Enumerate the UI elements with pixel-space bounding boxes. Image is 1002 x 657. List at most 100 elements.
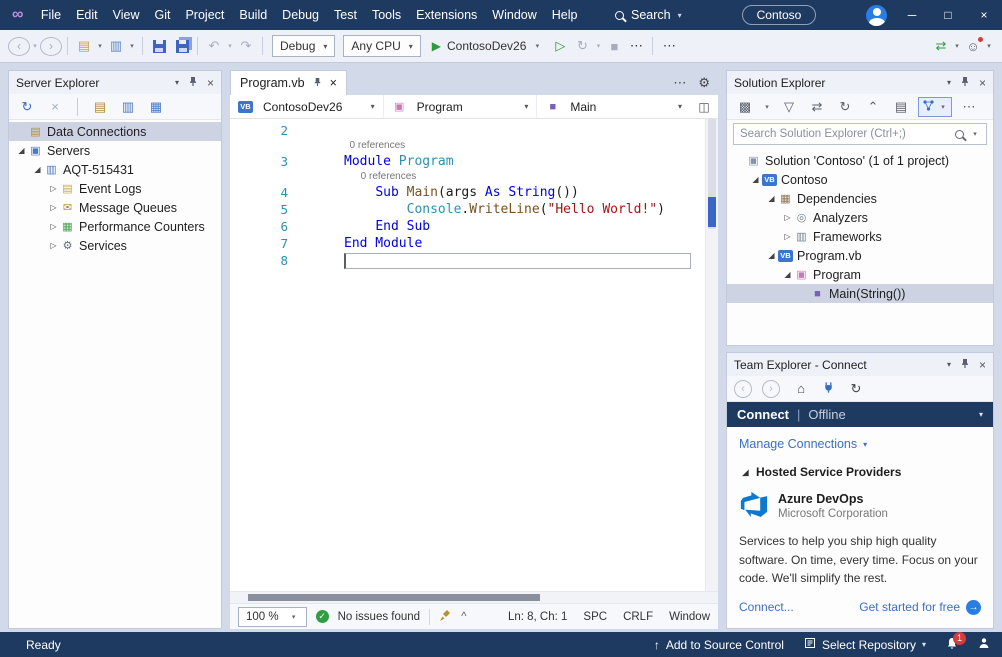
maximize-button[interactable]: □ (930, 0, 966, 30)
chevron-down-icon[interactable]: ▾ (593, 42, 603, 50)
server-explorer-item-performance-counters[interactable]: ▷▦Performance Counters (9, 217, 221, 236)
connect-to-server-icon[interactable]: ▥ (117, 95, 139, 119)
hot-reload-icon[interactable]: ↻ (571, 34, 593, 58)
menu-edit[interactable]: Edit (69, 0, 106, 30)
pin-icon[interactable] (188, 76, 198, 90)
collapse-all-icon[interactable]: ⌃ (862, 95, 884, 119)
feedback-icon[interactable]: ☺ (962, 34, 984, 58)
server-explorer-item-event-logs[interactable]: ▷▤Event Logs (9, 179, 221, 198)
refresh-icon[interactable]: ↻ (16, 95, 38, 119)
expanded-arrow-icon[interactable]: ◢ (31, 165, 44, 174)
menu-debug[interactable]: Debug (275, 0, 327, 30)
vertical-scrollbar[interactable] (705, 119, 718, 591)
select-repository-button[interactable]: Select Repository ▾ (804, 637, 926, 652)
window-position-icon[interactable]: ▾ (947, 360, 951, 369)
open-file-icon[interactable]: ▥ (105, 34, 127, 58)
window-position-icon[interactable]: ▾ (947, 78, 951, 87)
member-dropdown[interactable]: ■ Main ▾ (537, 95, 690, 118)
close-button[interactable]: × (966, 0, 1002, 30)
menu-window[interactable]: Window (485, 0, 544, 30)
notifications-button[interactable]: 1 (946, 637, 958, 653)
break-all-icon[interactable]: ■ (603, 34, 625, 58)
collapsed-arrow-icon[interactable]: ▷ (47, 241, 60, 250)
expand-chevron-icon[interactable]: ^ (461, 611, 466, 623)
more-options-icon[interactable]: ⋯ (958, 95, 980, 119)
code-area[interactable]: 2 0 references3Module Program 0 referenc… (230, 119, 705, 591)
team-explorer-page-bar[interactable]: Connect | Offline ▾ (727, 402, 993, 427)
caret-position[interactable]: Ln: 8, Ch: 1 (508, 611, 567, 623)
line-ending[interactable]: CRLF (623, 611, 653, 623)
chevron-down-icon[interactable]: ▾ (762, 103, 772, 111)
editor-options-gear-icon[interactable]: ⚙ (698, 75, 710, 91)
solution-explorer-item-frameworks[interactable]: ▷▥Frameworks (727, 227, 993, 246)
hierarchy-icon[interactable]: ▦ (145, 95, 167, 119)
horizontal-scrollbar[interactable] (230, 591, 718, 603)
collapsed-arrow-icon[interactable]: ▷ (47, 222, 60, 231)
switch-views-icon[interactable]: ▩ (734, 95, 756, 119)
code-text[interactable]: Module Program (344, 153, 454, 170)
solution-platforms-dropdown[interactable]: Any CPU ▾ (343, 35, 420, 57)
collapsed-arrow-icon[interactable]: ▷ (47, 203, 60, 212)
close-tab-icon[interactable]: × (330, 76, 337, 90)
current-line-caret-box[interactable] (344, 253, 691, 269)
start-debugging-button[interactable]: ▶ ContosoDev26 ▾ (425, 34, 550, 58)
minimize-button[interactable]: ─ (894, 0, 930, 30)
refresh-icon[interactable]: ↻ (845, 377, 867, 401)
search-box[interactable]: Search ▾ (607, 6, 690, 24)
save-all-icon[interactable] (170, 34, 192, 58)
navigate-forward-icon[interactable]: › (762, 380, 780, 398)
code-text[interactable]: End Sub (344, 218, 430, 235)
encoding-label[interactable]: Window (669, 611, 710, 623)
menu-help[interactable]: Help (544, 0, 585, 30)
codelens-text[interactable]: 0 references (344, 139, 405, 153)
show-all-files-icon[interactable]: ▤ (890, 95, 912, 119)
type-dropdown[interactable]: ▣ Program ▾ (384, 95, 538, 118)
close-panel-icon[interactable]: × (979, 76, 986, 90)
solution-explorer-item-solution-contoso-1-of-1-project[interactable]: ▣Solution 'Contoso' (1 of 1 project) (727, 151, 993, 170)
solution-explorer-item-dependencies[interactable]: ◢▦Dependencies (727, 189, 993, 208)
code-cleanup-icon[interactable] (439, 609, 452, 625)
split-window-icon[interactable]: ◫ (698, 100, 709, 114)
redo-icon[interactable]: ↷ (235, 34, 257, 58)
solution-explorer-item-program-vb[interactable]: ◢VBProgram.vb (727, 246, 993, 265)
solution-explorer-item-analyzers[interactable]: ▷◎Analyzers (727, 208, 993, 227)
user-avatar[interactable] (866, 5, 887, 26)
chevron-down-icon[interactable]: ▾ (127, 42, 137, 50)
chevron-down-icon[interactable]: ▾ (95, 42, 105, 50)
expanded-arrow-icon[interactable]: ◢ (765, 251, 778, 260)
menu-view[interactable]: View (105, 0, 147, 30)
indentation-mode[interactable]: SPC (583, 611, 607, 623)
menu-extensions[interactable]: Extensions (409, 0, 485, 30)
start-without-debugging-icon[interactable]: ▷ (549, 34, 571, 58)
menu-file[interactable]: File (33, 0, 68, 30)
expanded-arrow-icon[interactable]: ◢ (15, 146, 28, 155)
expanded-arrow-icon[interactable]: ◢ (749, 175, 762, 184)
chevron-down-icon[interactable]: ▾ (225, 42, 235, 50)
navigate-forward-icon[interactable]: › (40, 37, 62, 56)
hosted-service-providers-section[interactable]: ◢ Hosted Service Providers (739, 465, 981, 479)
sync-with-active-document-icon[interactable]: ⇄ (806, 95, 828, 119)
project-dropdown[interactable]: VB ContosoDev26 ▾ (230, 95, 384, 118)
collapsed-arrow-icon[interactable]: ▷ (47, 184, 60, 193)
collapsed-arrow-icon[interactable]: ▷ (781, 232, 794, 241)
code-text[interactable]: Sub Main(args As String()) (344, 184, 579, 201)
undo-icon[interactable]: ↶ (203, 34, 225, 58)
connect-link[interactable]: Connect... (739, 600, 794, 614)
server-explorer-item-servers[interactable]: ◢▣Servers (9, 141, 221, 160)
chevron-down-icon[interactable]: ▾ (30, 42, 40, 50)
new-project-icon[interactable]: ▤ (73, 34, 95, 58)
solution-explorer-item-main-string[interactable]: ■Main(String()) (727, 284, 993, 303)
get-started-link[interactable]: Get started for free → (859, 600, 981, 615)
navigate-backward-icon[interactable]: ‹ (8, 37, 30, 56)
close-panel-icon[interactable]: × (979, 358, 986, 372)
scrollbar-thumb[interactable] (248, 594, 540, 601)
save-icon[interactable] (148, 34, 170, 58)
close-panel-icon[interactable]: × (207, 76, 214, 90)
more-commands-icon[interactable]: ⋯ (625, 34, 647, 58)
tab-program-vb[interactable]: Program.vb × (230, 70, 347, 95)
collapsed-arrow-icon[interactable]: ▷ (781, 213, 794, 222)
menu-tools[interactable]: Tools (364, 0, 408, 30)
solution-explorer-item-contoso[interactable]: ◢VBContoso (727, 170, 993, 189)
zoom-dropdown[interactable]: 100 % ▾ (238, 607, 307, 627)
account-button[interactable]: Contoso (742, 5, 817, 25)
